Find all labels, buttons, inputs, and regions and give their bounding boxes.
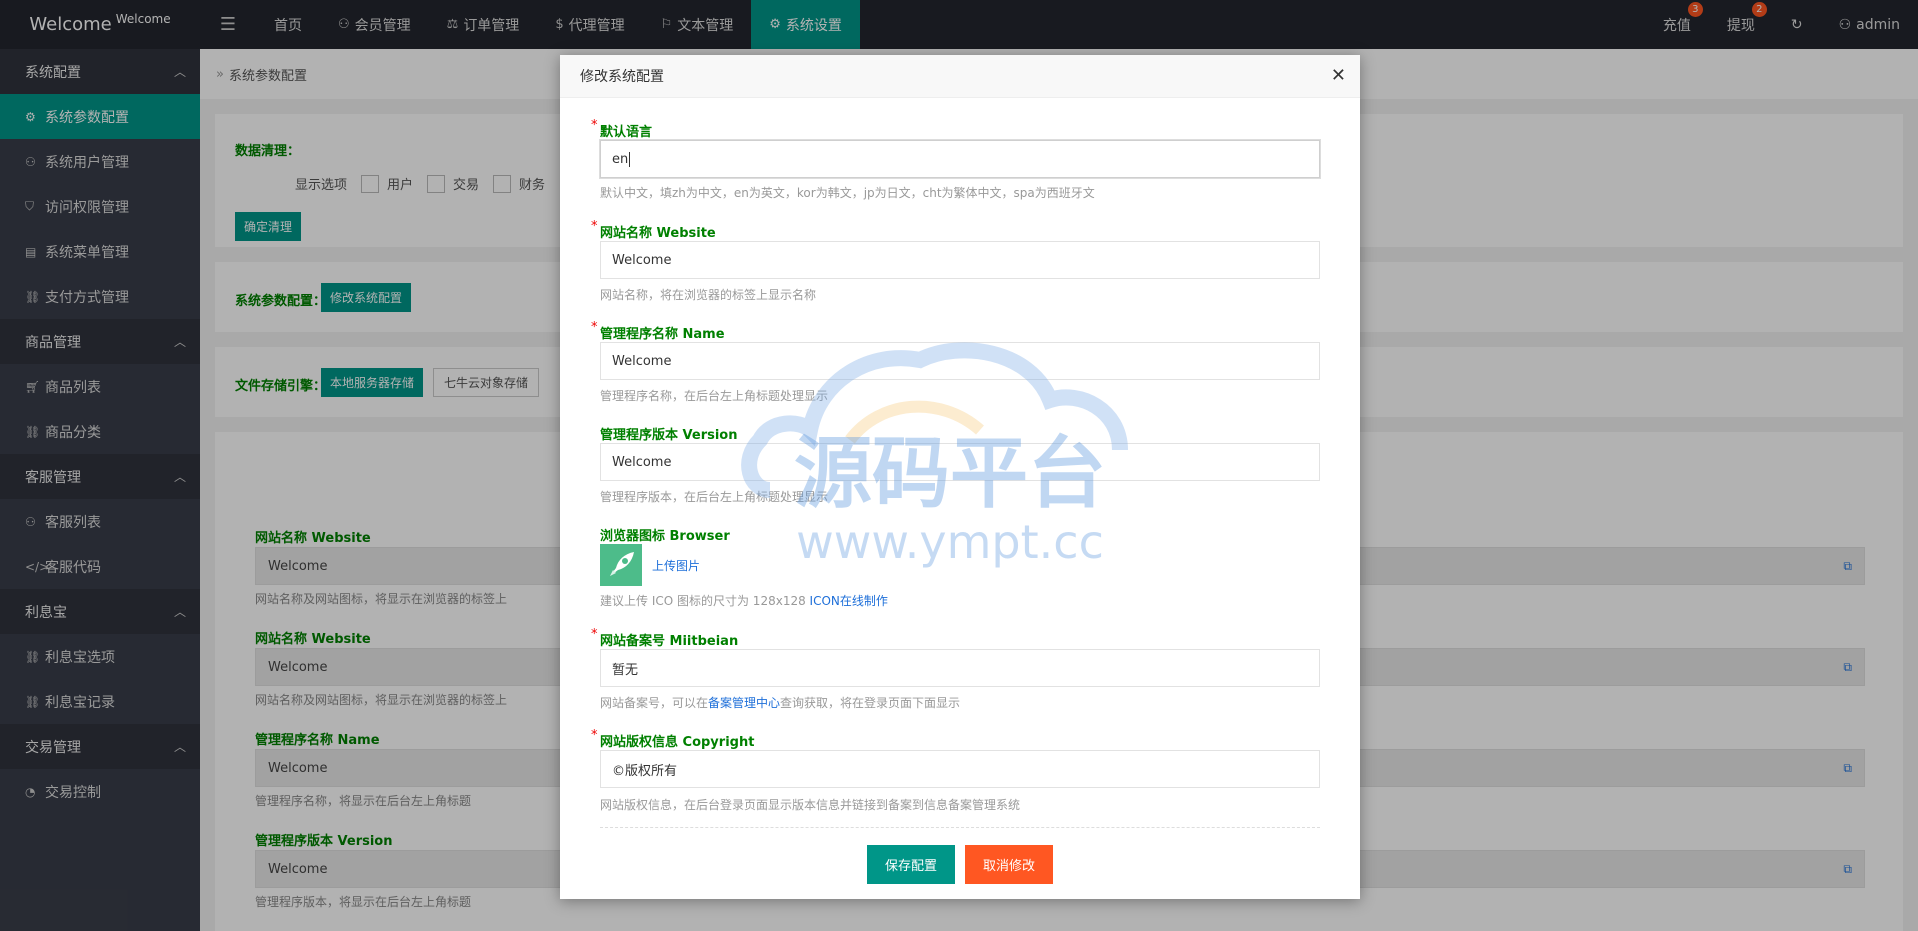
lang-input[interactable]: en (600, 140, 1320, 178)
modal-footer: 保存配置 取消修改 (560, 845, 1360, 884)
modal-header: 修改系统配置 ✕ (560, 55, 1360, 98)
beian-center-link[interactable]: 备案管理中心 (708, 696, 780, 710)
icon-uploader: 上传图片 (600, 544, 700, 586)
label-text: 网站备案号 Miitbeian (600, 634, 739, 649)
label-text: 网站名称 Website (600, 226, 716, 241)
rocket-icon[interactable] (600, 544, 642, 586)
input-value: Welcome (612, 353, 672, 369)
required-mark: * (591, 728, 598, 743)
input-value: Welcome (612, 252, 672, 268)
copyright-label: * 网站版权信息 Copyright (591, 728, 755, 750)
save-config-button[interactable]: 保存配置 (866, 845, 955, 884)
hint-text: 网站备案号，可以在 (600, 696, 709, 710)
upload-image-link[interactable]: 上传图片 (652, 557, 700, 574)
app-name-hint: 管理程序名称，在后台左上角标题处理显示 (600, 389, 829, 403)
required-mark: * (591, 627, 598, 642)
app-name-input[interactable]: Welcome (600, 342, 1320, 380)
hint-text: 建议上传 ICO 图标的尺寸为 128x128 (600, 594, 810, 608)
website-label: * 网站名称 Website (591, 219, 716, 241)
modal-title: 修改系统配置 (580, 69, 664, 85)
divider (600, 827, 1320, 828)
app-version-input[interactable]: Welcome (600, 443, 1320, 481)
text-caret (629, 151, 631, 167)
edit-config-modal: 修改系统配置 ✕ * 默认语言 en 默认中文，填zh为中文，en为英文，kor为… (560, 55, 1360, 899)
lang-hint: 默认中文，填zh为中文，en为英文，kor为韩文，jp为日文，cht为繁体中文，… (600, 186, 1095, 200)
input-value: 暂无 (612, 662, 639, 678)
label-text: 默认语言 (600, 125, 653, 140)
input-value: ©版权所有 (612, 763, 678, 779)
app-name-label: * 管理程序名称 Name (591, 320, 725, 342)
app-version-hint: 管理程序版本，在后台左上角标题处理显示 (600, 490, 829, 504)
input-value: Welcome (612, 454, 672, 470)
browser-icon-label: 浏览器图标 Browser (600, 529, 730, 544)
required-mark: * (591, 219, 598, 234)
website-hint: 网站名称，将在浏览器的标签上显示名称 (600, 288, 817, 302)
browser-icon-hint: 建议上传 ICO 图标的尺寸为 128x128 ICON在线制作 (600, 592, 888, 609)
modal-body: * 默认语言 en 默认中文，填zh为中文，en为英文，kor为韩文，jp为日文，… (560, 98, 1360, 798)
label-text: 管理程序名称 Name (600, 327, 725, 342)
hint-text: 查询获取，将在登录页面下面显示 (780, 696, 961, 710)
required-mark: * (591, 118, 598, 133)
copyright-hint: 网站版权信息，在后台登录页面显示版本信息并链接到备案到信息备案管理系统 (600, 798, 1021, 812)
miitbeian-hint: 网站备案号，可以在备案管理中心查询获取，将在登录页面下面显示 (600, 694, 960, 711)
icon-maker-link[interactable]: ICON在线制作 (810, 594, 888, 608)
close-icon[interactable]: ✕ (1331, 65, 1346, 86)
required-mark: * (591, 320, 598, 335)
app-version-label: 管理程序版本 Version (600, 428, 738, 443)
miitbeian-label: * 网站备案号 Miitbeian (591, 627, 739, 649)
miitbeian-input[interactable]: 暂无 (600, 649, 1320, 687)
website-input[interactable]: Welcome (600, 241, 1320, 279)
label-text: 网站版权信息 Copyright (600, 735, 755, 750)
cancel-edit-button[interactable]: 取消修改 (965, 845, 1054, 884)
input-value: en (612, 151, 629, 167)
lang-label: * 默认语言 (591, 118, 653, 140)
copyright-input[interactable]: ©版权所有 (600, 750, 1320, 788)
